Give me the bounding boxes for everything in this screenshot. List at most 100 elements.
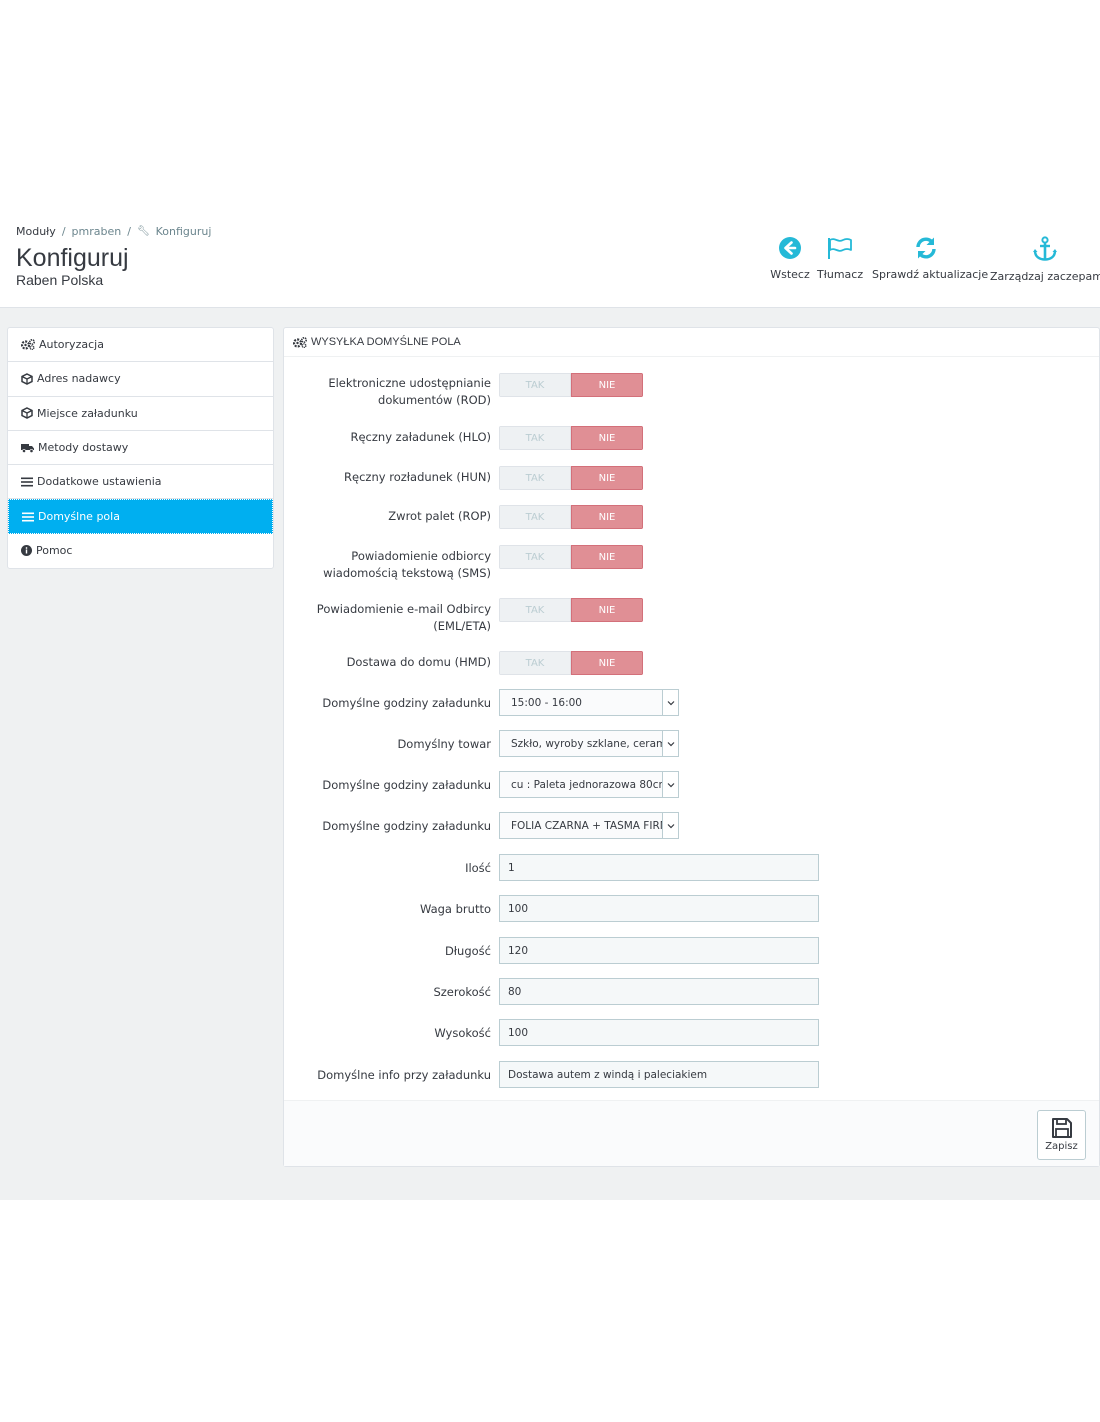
switch-yes[interactable]: TAK — [499, 598, 571, 622]
refresh-icon — [916, 237, 936, 259]
arrow-circle-left-icon — [779, 237, 801, 259]
panel-title: WYSYŁKA DOMYŚLNE POLA — [311, 336, 461, 348]
field-label: Domyślny towar — [397, 737, 491, 751]
select-value: cu : Paleta jednorazowa 80cm x 120cm — [511, 778, 663, 791]
back-label: Wstecz — [770, 268, 810, 281]
chevron-down-icon[interactable] — [662, 731, 678, 756]
hlo-switch[interactable]: TAK NIE — [499, 426, 643, 450]
sidebar-item-additional-settings[interactable]: Dodatkowe ustawienia — [8, 465, 273, 500]
manage-hooks-button[interactable]: Zarządzaj zaczepami — [990, 236, 1100, 291]
eml-switch[interactable]: TAK NIE — [499, 598, 643, 622]
truck-icon — [21, 443, 34, 453]
back-button[interactable]: Wstecz — [770, 236, 810, 291]
field-label-line: (EML/ETA) — [433, 619, 491, 633]
translate-button[interactable]: Tłumacz — [817, 236, 863, 291]
flag-icon — [828, 238, 852, 259]
cogs-icon — [293, 336, 307, 348]
manage-hooks-label: Zarządzaj zaczepami — [990, 270, 1100, 283]
sidebar-item-default-fields[interactable]: Domyślne pola — [8, 499, 273, 534]
sms-switch[interactable]: TAK NIE — [499, 545, 643, 569]
height-input[interactable] — [499, 1019, 819, 1046]
switch-no[interactable]: NIE — [571, 598, 643, 622]
check-updates-label: Sprawdź aktualizacje — [872, 268, 989, 281]
default-goods-select[interactable]: Szkło, wyroby szklane, ceramika — [499, 730, 679, 757]
hmd-switch[interactable]: TAK NIE — [499, 651, 643, 675]
pallet-type-select[interactable]: cu : Paleta jednorazowa 80cm x 120cm — [499, 771, 679, 798]
page-subtitle: Raben Polska — [16, 272, 104, 288]
sidebar-item-help[interactable]: Pomoc — [8, 534, 273, 568]
field-label-line: wiadomością tekstową (SMS) — [323, 566, 491, 580]
field-label: Wysokość — [434, 1026, 491, 1040]
breadcrumb-modules[interactable]: Moduły — [16, 225, 56, 238]
sidebar: Autoryzacja Adres nadawcy Miejsce załadu… — [7, 327, 274, 570]
switch-yes[interactable]: TAK — [499, 651, 571, 675]
sidebar-item-delivery-methods[interactable]: Metody dostawy — [8, 431, 273, 466]
field-label: Zwrot palet (ROP) — [388, 509, 491, 523]
packaging-select[interactable]: FOLIA CZARNA + TAŚMA FIRMOWA — [499, 812, 679, 839]
switch-no[interactable]: NIE — [571, 505, 643, 529]
bars-icon — [22, 512, 34, 522]
switch-no[interactable]: NIE — [571, 373, 643, 397]
gross-weight-input[interactable] — [499, 895, 819, 922]
sidebar-item-label: Domyślne pola — [38, 510, 120, 524]
switch-yes[interactable]: TAK — [499, 466, 571, 490]
translate-label: Tłumacz — [817, 268, 864, 281]
select-value: FOLIA CZARNA + TAŚMA FIRMOWA — [511, 819, 663, 832]
info-icon — [21, 545, 32, 557]
save-icon — [1051, 1118, 1072, 1138]
cube-icon — [21, 407, 33, 420]
field-label: Domyślne godziny załadunku — [322, 778, 491, 792]
switch-no[interactable]: NIE — [571, 545, 643, 569]
sidebar-item-label: Adres nadawcy — [37, 372, 121, 386]
switch-no[interactable]: NIE — [571, 651, 643, 675]
rop-switch[interactable]: TAK NIE — [499, 505, 643, 529]
switch-yes[interactable]: TAK — [499, 426, 571, 450]
field-label: Ilość — [465, 861, 491, 875]
chevron-down-icon[interactable] — [662, 813, 678, 838]
check-updates-button[interactable]: Sprawdź aktualizacje — [872, 236, 989, 291]
save-button[interactable]: Zapisz — [1037, 1110, 1086, 1160]
select-value: Szkło, wyroby szklane, ceramika — [511, 737, 663, 750]
content-area: Autoryzacja Adres nadawcy Miejsce załadu… — [0, 308, 1100, 1200]
field-label: Domyślne info przy załadunku — [317, 1068, 491, 1082]
field-label: Waga brutto — [419, 902, 491, 916]
chevron-down-icon[interactable] — [662, 690, 678, 715]
length-input[interactable] — [499, 937, 819, 964]
panel-heading: WYSYŁKA DOMYŚLNE POLA — [284, 328, 1099, 357]
cogs-icon — [21, 339, 35, 351]
field-label: Elektroniczne udostępnianie dokumentów (… — [328, 375, 491, 409]
width-input[interactable] — [499, 978, 819, 1005]
sidebar-item-authorization[interactable]: Autoryzacja — [8, 328, 273, 363]
breadcrumb: Moduły / pmraben / 🔧︎ Konfiguruj — [16, 225, 211, 238]
breadcrumb-pmraben[interactable]: pmraben — [72, 225, 122, 238]
quantity-input[interactable] — [499, 854, 819, 881]
field-label: Powiadomienie odbiorcy wiadomością tekst… — [323, 548, 491, 582]
switch-yes[interactable]: TAK — [499, 505, 571, 529]
sidebar-item-label: Dodatkowe ustawienia — [37, 475, 162, 489]
sidebar-item-loading-place[interactable]: Miejsce załadunku — [8, 397, 273, 431]
loading-hours-select[interactable]: 15:00 - 16:00 — [499, 689, 679, 716]
rod-switch[interactable]: TAK NIE — [499, 373, 643, 397]
breadcrumb-separator: / — [61, 225, 66, 238]
sidebar-item-label: Miejsce załadunku — [37, 406, 138, 420]
field-label: Domyślne godziny załadunku — [322, 819, 491, 833]
field-label-line: Powiadomienie odbiorcy — [351, 549, 491, 563]
switch-no[interactable]: NIE — [571, 426, 643, 450]
sidebar-item-label: Pomoc — [36, 544, 73, 558]
field-label: Szerokość — [433, 985, 491, 999]
switch-no[interactable]: NIE — [571, 466, 643, 490]
chevron-down-icon[interactable] — [662, 772, 678, 797]
sidebar-item-sender-address[interactable]: Adres nadawcy — [8, 362, 273, 397]
page-title: Konfiguruj — [16, 244, 129, 272]
switch-yes[interactable]: TAK — [499, 373, 571, 397]
toolbar: Wstecz Tłumacz Sprawdź aktualizacje Zarz… — [770, 236, 1100, 291]
field-label: Domyślne godziny załadunku — [322, 696, 491, 710]
loading-info-input[interactable] — [499, 1061, 819, 1088]
field-label: Dostawa do domu (HMD) — [346, 655, 491, 669]
field-label: Powiadomienie e-mail Odbircy (EML/ETA) — [317, 601, 491, 635]
default-fields-panel: WYSYŁKA DOMYŚLNE POLA Elektroniczne udos… — [283, 327, 1100, 1167]
bars-icon — [21, 477, 33, 487]
switch-yes[interactable]: TAK — [499, 545, 571, 569]
hun-switch[interactable]: TAK NIE — [499, 466, 643, 490]
select-value: 15:00 - 16:00 — [511, 696, 582, 709]
